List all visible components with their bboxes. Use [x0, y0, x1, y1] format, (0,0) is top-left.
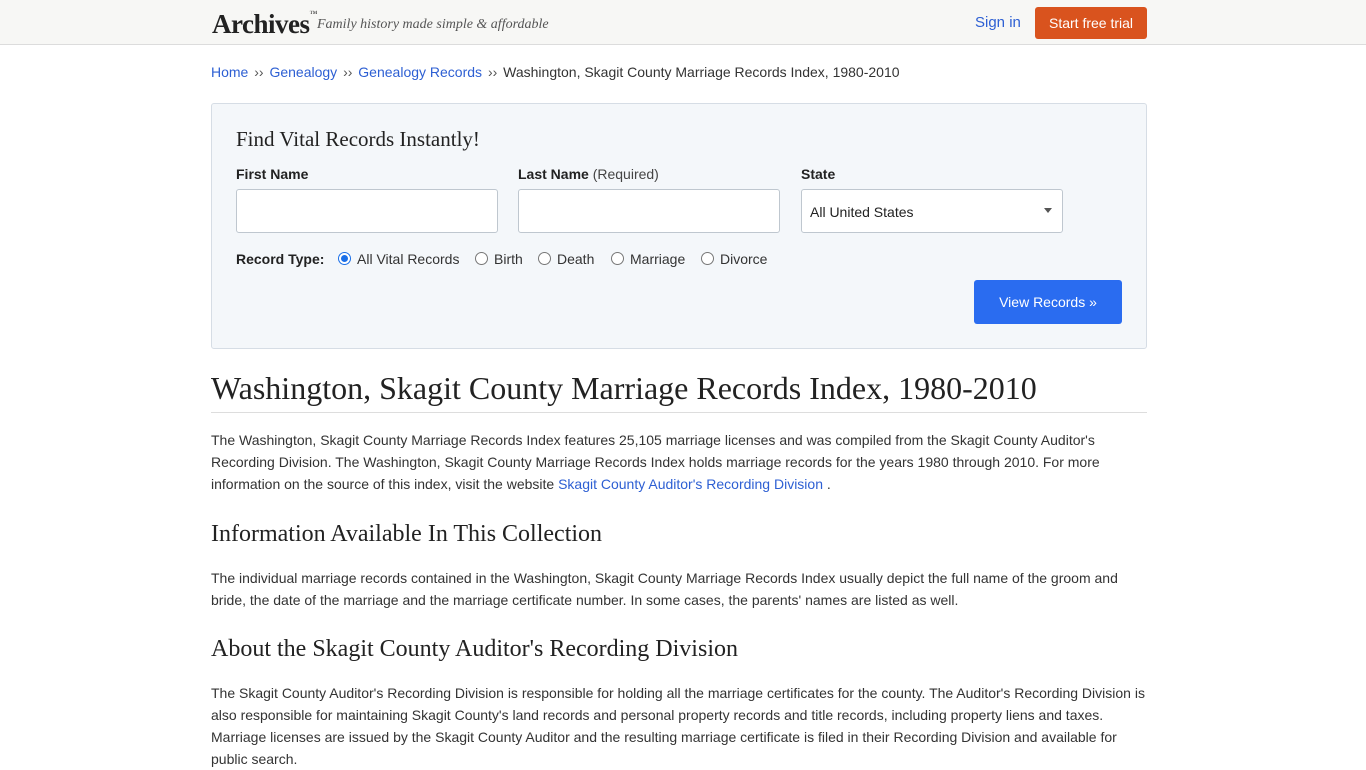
- radio-label: All Vital Records: [357, 251, 460, 267]
- sign-in-link[interactable]: Sign in: [975, 14, 1021, 31]
- section-about-auditor-text: The Skagit County Auditor's Recording Di…: [211, 685, 1145, 767]
- required-note: (Required): [592, 166, 659, 182]
- state-selected-value: All United States: [810, 204, 914, 220]
- state-label: State: [801, 166, 836, 182]
- view-records-button[interactable]: View Records »: [974, 280, 1122, 324]
- radio-label: Death: [557, 251, 595, 267]
- radio-unchecked-icon: [611, 252, 624, 265]
- radio-divorce[interactable]: Divorce: [701, 251, 767, 267]
- breadcrumb-genealogy[interactable]: Genealogy: [269, 64, 337, 80]
- breadcrumb-separator: ››: [343, 64, 353, 80]
- radio-unchecked-icon: [538, 252, 551, 265]
- top-bar: Archives™ Family history made simple & a…: [0, 0, 1366, 45]
- last-name-label-text: Last Name: [518, 166, 589, 182]
- intro-paragraph: The Washington, Skagit County Marriage R…: [211, 429, 1147, 495]
- first-name-input[interactable]: [236, 189, 498, 233]
- search-form-title: Find Vital Records Instantly!: [236, 127, 480, 151]
- state-select[interactable]: All United States: [801, 189, 1063, 233]
- vital-records-search-form: Find Vital Records Instantly! First Name…: [211, 103, 1147, 349]
- archives-logo[interactable]: Archives™: [212, 9, 317, 40]
- breadcrumb-current: Washington, Skagit County Marriage Recor…: [503, 64, 900, 80]
- radio-unchecked-icon: [701, 252, 714, 265]
- breadcrumb-home[interactable]: Home: [211, 64, 248, 80]
- section-about-auditor-heading: About the Skagit County Auditor's Record…: [211, 636, 738, 662]
- radio-marriage[interactable]: Marriage: [611, 251, 685, 267]
- logo-text: Archives: [212, 9, 310, 39]
- section-collection-info-heading: Information Available In This Collection: [211, 521, 603, 547]
- breadcrumb: Home ›› Genealogy ›› Genealogy Records ›…: [211, 64, 900, 80]
- radio-birth[interactable]: Birth: [475, 251, 523, 267]
- tagline: Family history made simple & affordable: [317, 17, 549, 32]
- breadcrumb-genealogy-records[interactable]: Genealogy Records: [358, 64, 482, 80]
- logo-trademark: ™: [309, 9, 318, 18]
- breadcrumb-separator: ››: [254, 64, 264, 80]
- radio-all-vital-records[interactable]: All Vital Records: [338, 251, 459, 267]
- chevron-down-icon: [1044, 208, 1052, 213]
- radio-label: Birth: [494, 251, 523, 267]
- page-title: Washington, Skagit County Marriage Recor…: [211, 370, 1147, 413]
- start-free-trial-button[interactable]: Start free trial: [1035, 7, 1147, 39]
- radio-label: Marriage: [630, 251, 686, 267]
- radio-label: Divorce: [720, 251, 768, 267]
- last-name-input[interactable]: [518, 189, 780, 233]
- first-name-label: First Name: [236, 166, 309, 182]
- last-name-label: Last Name (Required): [518, 166, 659, 182]
- radio-death[interactable]: Death: [538, 251, 594, 267]
- record-type-label: Record Type:: [236, 251, 325, 267]
- auditor-recording-division-link[interactable]: Skagit County Auditor's Recording Divisi…: [558, 476, 823, 492]
- section-collection-info-text: The individual marriage records containe…: [211, 570, 1118, 608]
- intro-end: .: [823, 476, 831, 492]
- radio-checked-icon: [338, 252, 351, 265]
- breadcrumb-separator: ››: [487, 64, 498, 80]
- radio-unchecked-icon: [475, 252, 488, 265]
